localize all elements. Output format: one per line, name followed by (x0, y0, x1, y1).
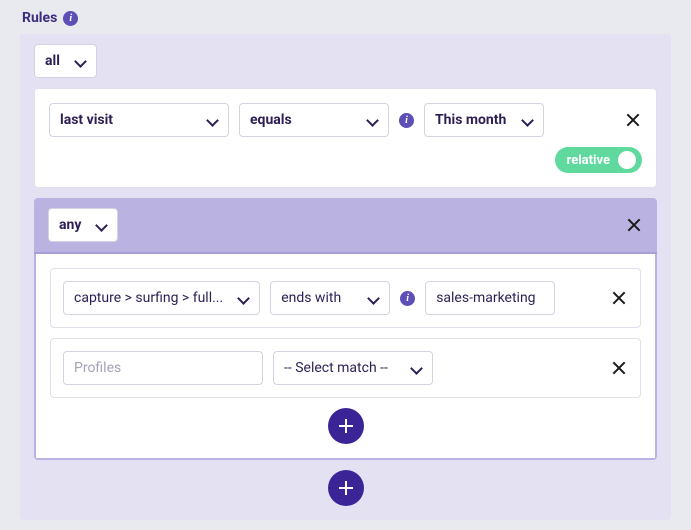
plus-icon (339, 481, 353, 495)
value-select[interactable]: This month (424, 103, 544, 137)
rules-title: Rules (22, 10, 57, 26)
plus-icon (339, 419, 353, 433)
info-icon[interactable]: i (63, 11, 78, 26)
chevron-down-icon (410, 364, 422, 372)
remove-rule-button[interactable] (610, 359, 628, 377)
inner-rule-group: any capture > surfing > full... ends wit… (34, 198, 657, 460)
rules-body: last visit equals i This month relative (20, 88, 671, 520)
combinator-label: any (59, 217, 81, 233)
outer-group-header: all (20, 34, 671, 88)
info-icon[interactable]: i (399, 113, 414, 128)
field-label: capture > surfing > full... (74, 290, 223, 306)
relative-toggle[interactable]: relative (555, 147, 642, 173)
inner-group-body: capture > surfing > full... ends with i … (34, 254, 657, 460)
rule-row: Profiles -- Select match -- (50, 338, 641, 398)
relative-toggle-row: relative (49, 147, 642, 173)
operator-select[interactable]: equals (239, 103, 389, 137)
operator-label: equals (250, 112, 292, 128)
outer-rule-group: all last visit equals i This month (20, 34, 671, 520)
chevron-down-icon (206, 116, 218, 124)
toggle-knob (618, 151, 636, 169)
rule-card: last visit equals i This month relative (34, 88, 657, 188)
operator-select[interactable]: -- Select match -- (273, 351, 433, 385)
rule-row: last visit equals i This month (49, 103, 642, 137)
chevron-down-icon (74, 57, 86, 65)
relative-label: relative (567, 153, 610, 168)
value-label: This month (435, 112, 506, 128)
value-text: sales-marketing (436, 290, 535, 306)
inner-group-header: any (34, 198, 657, 254)
field-select[interactable]: last visit (49, 103, 229, 137)
operator-placeholder: -- Select match -- (284, 360, 388, 376)
rules-header: Rules i (20, 10, 671, 26)
rule-row: capture > surfing > full... ends with i … (50, 268, 641, 328)
field-input[interactable]: Profiles (63, 351, 263, 385)
add-rule-button[interactable] (328, 470, 364, 506)
combinator-select-any[interactable]: any (48, 208, 118, 242)
info-icon[interactable]: i (400, 291, 415, 306)
chevron-down-icon (367, 294, 379, 302)
field-select[interactable]: capture > surfing > full... (63, 281, 260, 315)
add-rule-button[interactable] (328, 408, 364, 444)
operator-label: ends with (281, 290, 341, 306)
combinator-select-all[interactable]: all (34, 44, 97, 78)
field-placeholder: Profiles (74, 360, 121, 376)
remove-group-button[interactable] (625, 216, 643, 234)
value-input[interactable]: sales-marketing (425, 281, 555, 315)
remove-rule-button[interactable] (624, 111, 642, 129)
chevron-down-icon (237, 294, 249, 302)
field-label: last visit (60, 112, 113, 128)
chevron-down-icon (521, 116, 533, 124)
combinator-label: all (45, 53, 60, 69)
remove-rule-button[interactable] (610, 289, 628, 307)
operator-select[interactable]: ends with (270, 281, 390, 315)
chevron-down-icon (366, 116, 378, 124)
chevron-down-icon (95, 221, 107, 229)
